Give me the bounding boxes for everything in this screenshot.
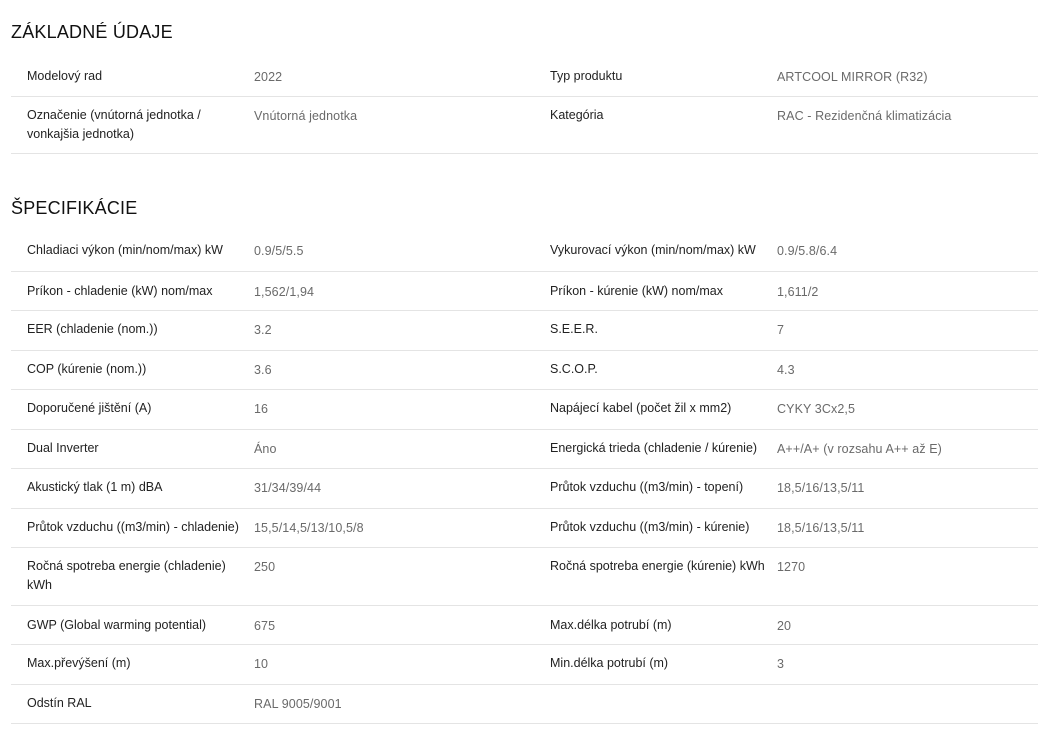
spec-value: RAC - Rezidenčná klimatizácia xyxy=(777,109,952,123)
spec-label: S.E.E.R. xyxy=(550,322,598,336)
spec-label: Príkon - kúrenie (kW) nom/max xyxy=(550,284,723,298)
spec-label: Doporučené jištění (A) xyxy=(27,401,152,415)
table-row: GWP (Global warming potential) 675 Max.d… xyxy=(11,606,1038,645)
table-row: Dual Inverter Áno Energická trieda (chla… xyxy=(11,430,1038,469)
table-row: Označenie (vnútorná jednotka / vonkajšia… xyxy=(11,97,1038,154)
spec-label: Označenie (vnútorná jednotka / vonkajšia… xyxy=(27,108,201,141)
spec-value: 16 xyxy=(254,402,269,416)
spec-value: ARTCOOL MIRROR (R32) xyxy=(777,70,928,84)
spec-value: 7 xyxy=(777,323,785,337)
spec-label: Průtok vzduchu ((m3/min) - topení) xyxy=(550,480,744,494)
spec-value: Áno xyxy=(254,442,277,456)
spec-value: 20 xyxy=(777,619,792,633)
spec-label: Typ produktu xyxy=(550,69,623,83)
spec-value: 0.9/5/5.5 xyxy=(254,244,304,258)
spec-label: Min.délka potrubí (m) xyxy=(550,656,669,670)
spec-label: GWP (Global warming potential) xyxy=(27,618,207,632)
spec-label: Max.převýšení (m) xyxy=(27,656,131,670)
table-row: Doporučené jištění (A) 16 Napájecí kabel… xyxy=(11,390,1038,430)
section-title-specs: ŠPECIFIKÁCIE xyxy=(11,198,138,218)
section-title-basic: ZÁKLADNÉ ÚDAJE xyxy=(11,22,173,42)
table-row: Max.převýšení (m) 10 Min.délka potrubí (… xyxy=(11,645,1038,685)
spec-label: Dual Inverter xyxy=(27,441,99,455)
spec-label: Ročná spotreba energie (chladenie) kWh xyxy=(27,559,226,592)
table-row: Odstín RAL RAL 9005/9001 xyxy=(11,685,1038,724)
spec-value: 2022 xyxy=(254,70,283,84)
spec-label: Odstín RAL xyxy=(27,696,92,710)
spec-value: 3.2 xyxy=(254,323,272,337)
spec-value: A++/A+ (v rozsahu A++ až E) xyxy=(777,442,942,456)
spec-value: 10 xyxy=(254,657,269,671)
spec-value: 3.6 xyxy=(254,363,272,377)
spec-label: Max.délka potrubí (m) xyxy=(550,618,672,632)
table-row: EER (chladenie (nom.)) 3.2 S.E.E.R. 7 xyxy=(11,311,1038,351)
table-row: Chladiaci výkon (min/nom/max) kW 0.9/5/5… xyxy=(11,232,1038,272)
spec-label: Ročná spotreba energie (kúrenie) kWh xyxy=(550,559,765,573)
spec-label: EER (chladenie (nom.)) xyxy=(27,322,158,336)
spec-value: 15,5/14,5/13/10,5/8 xyxy=(254,521,364,535)
specs-table: Chladiaci výkon (min/nom/max) kW 0.9/5/5… xyxy=(11,232,1038,724)
table-row: Príkon - chladenie (kW) nom/max 1,562/1,… xyxy=(11,272,1038,311)
spec-label: COP (kúrenie (nom.)) xyxy=(27,362,147,376)
spec-label: Energická trieda (chladenie / kúrenie) xyxy=(550,441,758,455)
spec-value: 1,562/1,94 xyxy=(254,285,315,299)
spec-value: 31/34/39/44 xyxy=(254,481,322,495)
spec-value: 18,5/16/13,5/11 xyxy=(777,521,865,535)
spec-value: 1,611/2 xyxy=(777,285,819,299)
spec-value: CYKY 3Cx2,5 xyxy=(777,402,855,416)
basic-info-table: Modelový rad 2022 Typ produktu ARTCOOL M… xyxy=(11,57,1038,154)
spec-value: 18,5/16/13,5/11 xyxy=(777,481,865,495)
spec-label: Modelový rad xyxy=(27,69,103,83)
spec-value: 1270 xyxy=(777,560,806,574)
spec-value: 675 xyxy=(254,619,276,633)
spec-label: Napájecí kabel (počet žil x mm2) xyxy=(550,401,732,415)
spec-value: 0.9/5.8/6.4 xyxy=(777,244,838,258)
table-row: Modelový rad 2022 Typ produktu ARTCOOL M… xyxy=(11,57,1038,97)
spec-label: S.C.O.P. xyxy=(550,362,598,376)
spec-label: Kategória xyxy=(550,108,604,122)
spec-label: Chladiaci výkon (min/nom/max) kW xyxy=(27,243,223,257)
spec-value: 4.3 xyxy=(777,363,795,377)
table-row: Ročná spotreba energie (chladenie) kWh 2… xyxy=(11,548,1038,606)
table-row: Průtok vzduchu ((m3/min) - chladenie) 15… xyxy=(11,509,1038,548)
spec-label: Vykurovací výkon (min/nom/max) kW xyxy=(550,243,756,257)
spec-value: 250 xyxy=(254,560,276,574)
spec-value: 3 xyxy=(777,657,785,671)
spec-label: Akustický tlak (1 m) dBA xyxy=(27,480,163,494)
table-row: Akustický tlak (1 m) dBA 31/34/39/44 Prů… xyxy=(11,469,1038,509)
spec-label: Průtok vzduchu ((m3/min) - chladenie) xyxy=(27,520,239,534)
spec-label: Príkon - chladenie (kW) nom/max xyxy=(27,284,213,298)
spec-value: RAL 9005/9001 xyxy=(254,697,342,711)
table-row: COP (kúrenie (nom.)) 3.6 S.C.O.P. 4.3 xyxy=(11,351,1038,390)
spec-label: Průtok vzduchu ((m3/min) - kúrenie) xyxy=(550,520,750,534)
spec-value: Vnútorná jednotka xyxy=(254,109,358,123)
